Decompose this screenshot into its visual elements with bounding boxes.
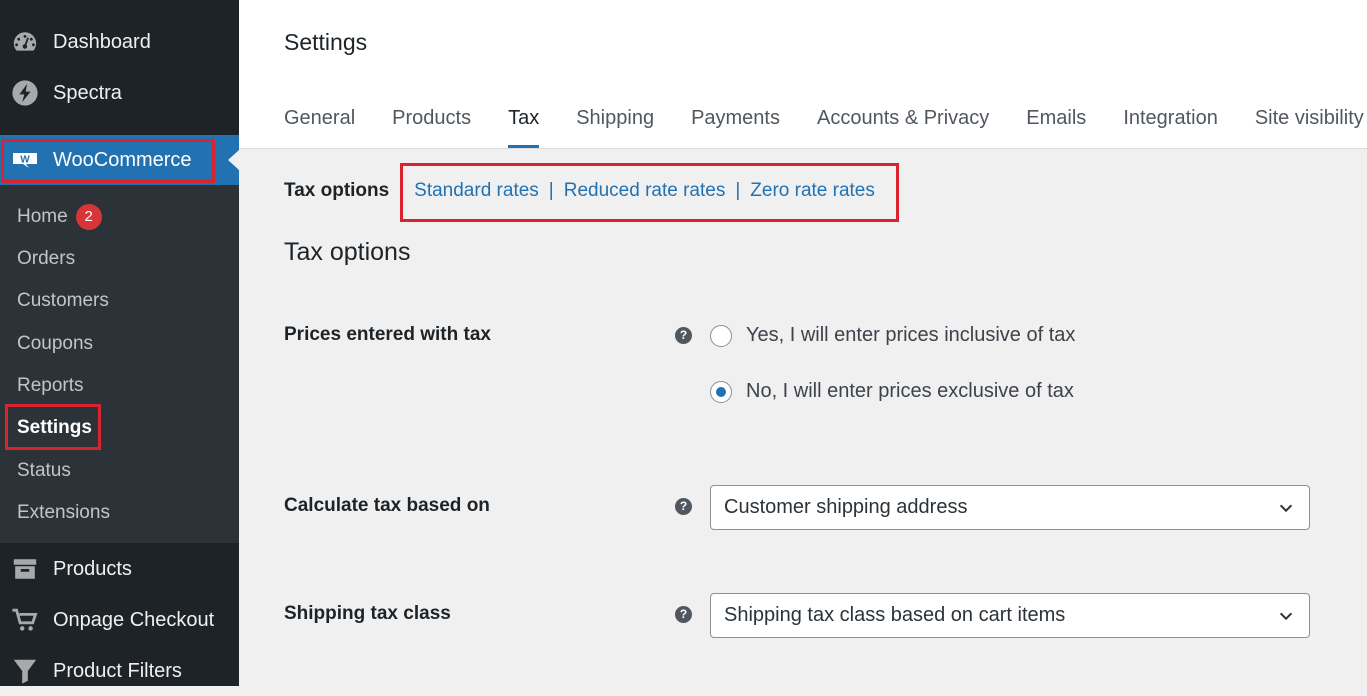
submenu-home-label: Home: [17, 206, 68, 227]
section-title: Tax options: [284, 238, 411, 266]
tab-products[interactable]: Products: [392, 104, 471, 148]
prices-inclusive-option[interactable]: Yes, I will enter prices inclusive of ta…: [710, 324, 1075, 347]
menu-woocommerce[interactable]: W WooCommerce: [0, 135, 239, 185]
woocommerce-submenu: [0, 185, 239, 543]
tab-emails[interactable]: Emails: [1026, 104, 1086, 148]
chevron-down-icon: [1279, 612, 1293, 620]
shipping-tax-class-select-value: Shipping tax class based on cart items: [724, 604, 1066, 626]
calculate-tax-select[interactable]: Customer shipping address: [710, 485, 1310, 530]
prices-exclusive-label: No, I will enter prices exclusive of tax: [746, 380, 1074, 402]
tab-integration[interactable]: Integration: [1123, 104, 1218, 148]
tab-tax[interactable]: Tax: [508, 104, 540, 148]
menu-spectra-label: Spectra: [53, 81, 122, 104]
submenu-extensions[interactable]: Extensions: [17, 499, 110, 527]
menu-products-label: Products: [53, 557, 132, 580]
menu-product-filters[interactable]: Product Filters: [0, 646, 239, 696]
dashboard-icon: [11, 28, 39, 56]
tab-shipping[interactable]: Shipping: [576, 104, 654, 148]
spectra-icon: [11, 79, 39, 107]
menu-product-filters-label: Product Filters: [53, 659, 182, 682]
help-icon[interactable]: ?: [675, 606, 692, 623]
calculate-tax-select-value: Customer shipping address: [724, 496, 968, 518]
subnav-current-tax-options[interactable]: Tax options: [284, 180, 389, 202]
submenu-reports[interactable]: Reports: [17, 372, 84, 400]
woocommerce-highlight-box: [1, 139, 215, 183]
help-icon[interactable]: ?: [675, 327, 692, 344]
submenu-settings[interactable]: Settings: [17, 414, 92, 442]
chevron-down-icon: [1279, 504, 1293, 512]
submenu-home[interactable]: Home 2: [17, 203, 102, 231]
prices-entered-with-tax-label: Prices entered with tax: [284, 324, 491, 345]
home-notification-badge: 2: [75, 204, 102, 230]
submenu-coupons[interactable]: Coupons: [17, 330, 93, 358]
archive-icon: [11, 555, 39, 583]
shipping-tax-class-select[interactable]: Shipping tax class based on cart items: [710, 593, 1310, 638]
cart-icon: [11, 606, 39, 634]
menu-dashboard[interactable]: Dashboard: [0, 17, 239, 67]
submenu-orders[interactable]: Orders: [17, 245, 75, 273]
submenu-customers[interactable]: Customers: [17, 287, 109, 315]
submenu-status[interactable]: Status: [17, 457, 71, 485]
menu-onpage-checkout-label: Onpage Checkout: [53, 608, 215, 631]
settings-header: Settings General Products Tax Shipping P…: [239, 0, 1367, 149]
calculate-tax-based-on-label: Calculate tax based on: [284, 495, 490, 516]
tab-general[interactable]: General: [284, 104, 355, 148]
settings-tabs: General Products Tax Shipping Payments A…: [284, 104, 1367, 148]
prices-inclusive-label: Yes, I will enter prices inclusive of ta…: [746, 324, 1076, 346]
tab-payments[interactable]: Payments: [691, 104, 780, 148]
tab-site-visibility[interactable]: Site visibility: [1255, 104, 1364, 148]
filter-icon: [11, 657, 39, 685]
admin-sidebar: Dashboard Spectra W WooCommerce Home 2 O…: [0, 0, 239, 686]
menu-products[interactable]: Products: [0, 544, 239, 594]
shipping-tax-class-label: Shipping tax class: [284, 603, 451, 624]
menu-spectra[interactable]: Spectra: [0, 68, 239, 118]
current-menu-arrow: [228, 150, 239, 170]
prices-exclusive-option[interactable]: No, I will enter prices exclusive of tax: [710, 380, 1074, 403]
tab-accounts-privacy[interactable]: Accounts & Privacy: [817, 104, 989, 148]
rate-links-highlight-box: [400, 163, 899, 222]
menu-onpage-checkout[interactable]: Onpage Checkout: [0, 595, 239, 645]
prices-exclusive-radio[interactable]: [710, 380, 732, 403]
menu-dashboard-label: Dashboard: [53, 30, 151, 53]
prices-inclusive-radio[interactable]: [710, 324, 732, 347]
page-title: Settings: [284, 29, 368, 55]
help-icon[interactable]: ?: [675, 498, 692, 515]
